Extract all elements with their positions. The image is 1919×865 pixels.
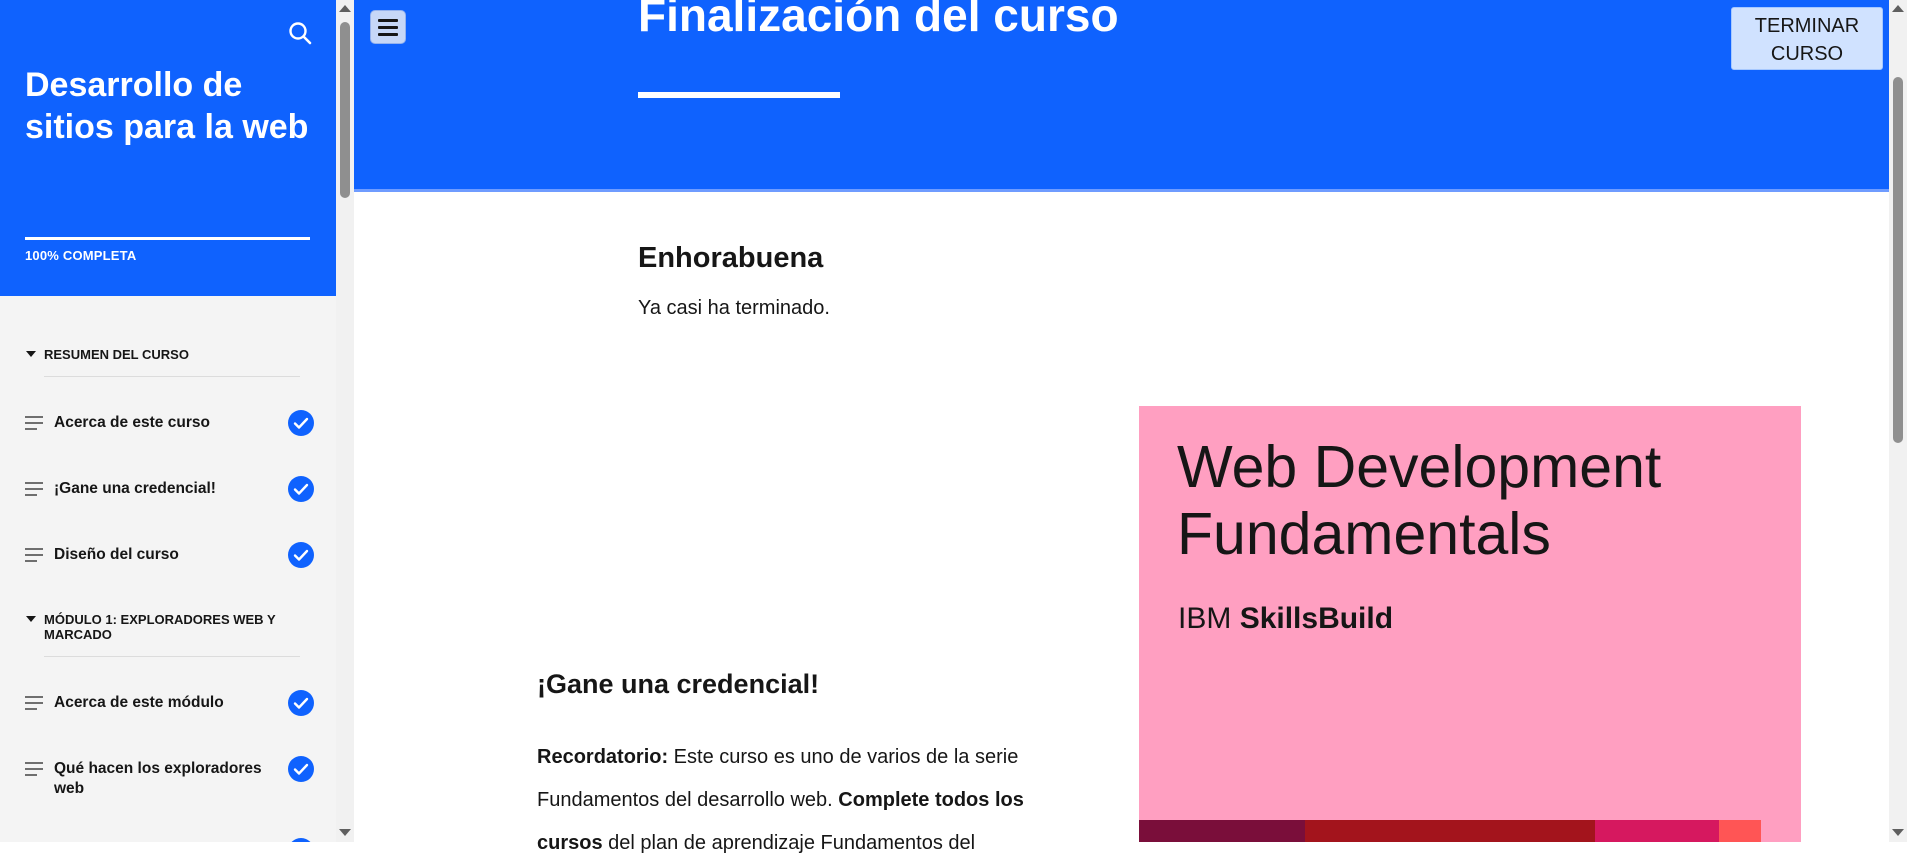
badge-title: Web Development Fundamentals [1177, 434, 1662, 567]
credential-badge-image: Web Development Fundamentals IBM SkillsB… [1139, 406, 1801, 842]
page-scroll-down-icon[interactable] [1892, 829, 1904, 836]
sidebar-item-label: Acerca de este módulo [54, 694, 224, 711]
window-edge [1907, 0, 1919, 842]
completed-check-icon [288, 476, 314, 502]
badge-strip-segment [1719, 820, 1761, 842]
section-header-course-summary[interactable]: RESUMEN DEL CURSO [25, 347, 300, 362]
page-scroll-thumb[interactable] [1893, 77, 1903, 443]
hamburger-icon [378, 26, 398, 29]
page-scroll-up-icon[interactable] [1892, 5, 1904, 12]
caret-down-icon [26, 616, 36, 622]
lesson-lines-icon [25, 696, 43, 710]
lesson-header [354, 0, 1889, 192]
caret-down-icon [26, 351, 36, 357]
lesson-lines-icon [25, 548, 43, 562]
badge-strip-segment [1139, 820, 1305, 842]
sidebar-item-about-course[interactable]: Acerca de este curso [25, 408, 315, 452]
brand-name: SkillsBuild [1239, 602, 1394, 635]
badge-strip-segment [1305, 820, 1450, 842]
hamburger-icon [378, 19, 398, 22]
congrats-heading: Enhorabuena [638, 242, 824, 274]
badge-strip-segment [1450, 820, 1595, 842]
sidebar-item-label: ¡Gane una credencial! [54, 480, 216, 497]
lesson-lines-icon [25, 762, 43, 776]
completed-check-icon [288, 410, 314, 436]
section-label: RESUMEN DEL CURSO [44, 347, 189, 362]
reminder-label: Recordatorio: [537, 746, 669, 768]
section-divider [44, 376, 300, 377]
section-header-module-1[interactable]: MÓDULO 1: EXPLORADORES WEB Y MARCADO [25, 612, 295, 642]
course-progress-bar [25, 237, 310, 240]
sidebar-header: Desarrollo de sitios para la web 100% CO… [0, 0, 336, 296]
credential-heading: ¡Gane una credencial! [537, 669, 820, 699]
reminder-paragraph: Recordatorio: Este curso es uno de vario… [537, 736, 1072, 865]
completed-check-icon [288, 690, 314, 716]
brand-prefix: IBM [1178, 602, 1232, 635]
finish-course-button[interactable]: TERMINAR CURSO [1731, 7, 1883, 70]
course-progress-fill [25, 237, 310, 240]
sidebar-item-earn-credential[interactable]: ¡Gane una credencial! [25, 474, 315, 518]
sidebar-item-what-browsers-do[interactable]: Qué hacen los exploradores web [25, 754, 315, 814]
next-item-check-icon-partial [288, 838, 314, 842]
search-icon[interactable] [287, 20, 313, 46]
section-label: MÓDULO 1: EXPLORADORES WEB Y MARCADO [44, 612, 276, 642]
page-title: Finalización del curso [638, 0, 1119, 41]
almost-done-text: Ya casi ha terminado. [638, 297, 830, 319]
completed-check-icon [288, 756, 314, 782]
title-underline [638, 92, 840, 98]
sidebar-item-label: Diseño del curso [54, 546, 179, 563]
sidebar-item-label: Qué hacen los exploradores web [54, 760, 262, 797]
sidebar-item-course-design[interactable]: Diseño del curso [25, 540, 315, 584]
completed-check-icon [288, 542, 314, 568]
sidebar-item-label: Acerca de este curso [54, 414, 210, 431]
section-divider [44, 656, 300, 657]
sidebar-scroll-thumb[interactable] [340, 22, 350, 198]
lesson-lines-icon [25, 482, 43, 496]
sidebar-item-about-module[interactable]: Acerca de este módulo [25, 688, 315, 732]
lesson-lines-icon [25, 416, 43, 430]
badge-brand: IBM SkillsBuild [1178, 602, 1393, 636]
course-title: Desarrollo de sitios para la web [25, 66, 309, 146]
badge-strip-segment [1595, 820, 1719, 842]
sidebar-scroll-up-icon[interactable] [339, 5, 351, 12]
sidebar-scroll-down-icon[interactable] [339, 829, 351, 836]
badge-strip-segment [1761, 820, 1801, 842]
course-sidebar: Desarrollo de sitios para la web 100% CO… [0, 0, 336, 842]
course-progress-label: 100% COMPLETA [25, 248, 137, 263]
menu-toggle-button[interactable] [370, 10, 406, 44]
hamburger-icon [378, 33, 398, 36]
reminder-text-continued: del plan de aprendizaje Fundamentos del [602, 832, 976, 854]
